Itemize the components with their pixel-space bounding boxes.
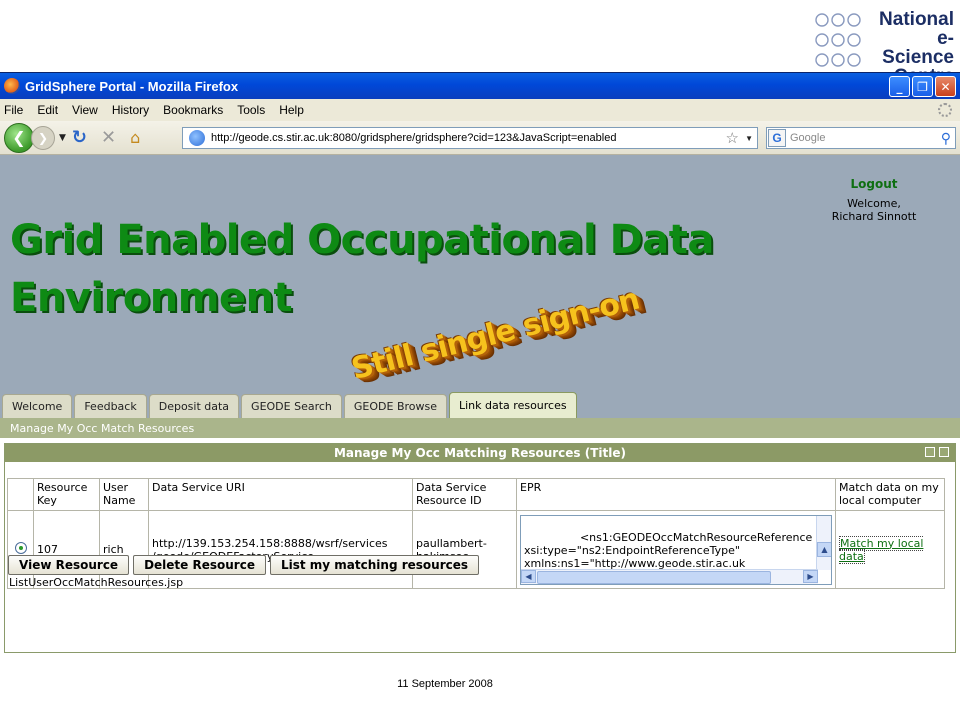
maximize-button[interactable]: ❐ [912, 76, 933, 97]
menu-help[interactable]: Help [279, 103, 304, 117]
cell-epr: <ns1:GEODEOccMatchResourceReference xsi:… [516, 510, 836, 589]
nesc-logo: National e-Science Centre [814, 9, 954, 86]
welcome-text: Welcome, Richard Sinnott [831, 197, 917, 223]
site-favicon-icon [189, 130, 205, 146]
panel-maximize-icon[interactable] [939, 447, 949, 457]
window-titlebar: GridSphere Portal - Mozilla Firefox _ ❐ … [0, 73, 960, 99]
epr-textarea[interactable]: <ns1:GEODEOccMatchResourceReference xsi:… [520, 514, 832, 585]
tab-geode-search[interactable]: GEODE Search [241, 394, 342, 418]
search-bar[interactable]: G Google ⚲ [766, 127, 956, 149]
row-radio-button[interactable] [14, 542, 27, 554]
content-area: Manage My Occ Matching Resources (Title)… [0, 438, 960, 659]
slide: National e-Science Centre GridSphere Por… [0, 0, 960, 720]
jsp-filename: ListUserOccMatchResources.jsp [9, 576, 184, 589]
window-controls: _ ❐ ✕ [889, 76, 956, 97]
bookmark-star-icon[interactable]: ☆ [726, 129, 739, 147]
scroll-up-icon[interactable]: ▲ [817, 541, 831, 557]
menu-history[interactable]: History [112, 103, 149, 117]
home-icon[interactable]: ⌂ [130, 128, 140, 147]
tab-welcome[interactable]: Welcome [2, 394, 73, 418]
stop-icon[interactable]: ✕ [101, 127, 116, 148]
subnav-link[interactable]: Manage My Occ Match Resources [10, 422, 194, 435]
logo-line-1: National [879, 9, 954, 30]
footer-date: 11 September 2008 [397, 678, 493, 690]
logout-link[interactable]: Logout [828, 177, 920, 191]
table-header-row: Resource Key User Name Data Service URI … [7, 478, 945, 511]
tab-link-data-resources[interactable]: Link data resources [449, 392, 577, 418]
forward-arrow-icon[interactable]: ❯ [31, 125, 55, 150]
back-arrow-icon[interactable]: ❮ [4, 122, 34, 153]
close-window-button[interactable]: ✕ [935, 76, 956, 97]
nesc-logo-dots [815, 13, 861, 67]
header-resource-id: Data Service Resource ID [412, 478, 517, 511]
tab-feedback[interactable]: Feedback [74, 394, 147, 418]
portal-tabs: Welcome Feedback Deposit data GEODE Sear… [0, 392, 577, 418]
menu-view[interactable]: View [72, 103, 98, 117]
menu-bookmarks[interactable]: Bookmarks [163, 103, 223, 117]
browser-window: GridSphere Portal - Mozilla Firefox _ ❐ … [0, 72, 960, 659]
user-box: Logout Welcome, Richard Sinnott [828, 177, 920, 223]
scroll-track[interactable] [817, 583, 831, 584]
panel-minimize-icon[interactable] [925, 447, 935, 457]
tab-deposit-data[interactable]: Deposit data [148, 394, 240, 418]
minimize-button[interactable]: _ [889, 76, 910, 97]
list-matching-resources-button[interactable]: List my matching resources [269, 555, 480, 575]
header-user-name: User Name [99, 478, 149, 511]
navigation-toolbar: ❮ ❯ ▼ ↻ ✕ ⌂ http://geode.cs.stir.ac.uk:8… [0, 121, 960, 155]
view-resource-button[interactable]: View Resource [8, 555, 130, 575]
menu-edit[interactable]: Edit [37, 103, 58, 117]
scroll-right-icon[interactable]: ▶ [803, 569, 818, 583]
delete-resource-button[interactable]: Delete Resource [133, 555, 266, 575]
header-select [7, 478, 34, 511]
scroll-thumb[interactable] [537, 570, 771, 584]
logo-line-2: e-Science [882, 28, 954, 68]
header-data-service-uri: Data Service URI [148, 478, 413, 511]
match-local-data-link[interactable]: Match my local data [839, 535, 924, 564]
epr-vertical-scrollbar[interactable]: ▲ ▼ [816, 515, 831, 570]
firefox-icon [4, 78, 20, 94]
action-buttons: View Resource Delete Resource List my ma… [8, 555, 480, 575]
reload-icon[interactable]: ↻ [72, 127, 87, 148]
subnav-bar: Manage My Occ Match Resources [0, 418, 960, 438]
scroll-left-icon[interactable]: ◀ [521, 570, 536, 583]
url-dropdown-icon[interactable]: ▼ [745, 134, 753, 143]
search-icon[interactable]: ⚲ [941, 130, 951, 147]
panel-title: Manage My Occ Matching Resources (Title) [5, 444, 955, 462]
panel-title-text: Manage My Occ Matching Resources (Title) [333, 446, 627, 460]
url-text[interactable]: http://geode.cs.stir.ac.uk:8080/gridsphe… [211, 132, 616, 144]
menu-tools[interactable]: Tools [237, 103, 265, 117]
header-resource-key: Resource Key [33, 478, 100, 511]
header-match-data: Match data on my local computer [835, 478, 945, 511]
history-dropdown-icon[interactable]: ▼ [59, 133, 66, 143]
menu-file[interactable]: File [4, 103, 23, 117]
portal-page: Logout Welcome, Richard Sinnott Grid Ena… [0, 155, 960, 659]
url-bar[interactable]: http://geode.cs.stir.ac.uk:8080/gridsphe… [182, 127, 758, 149]
panel-controls [925, 447, 949, 457]
header-epr: EPR [516, 478, 836, 511]
cell-resource-id: paullambert-hakimsoc [412, 510, 517, 589]
cell-match-data: Match my local data [835, 510, 945, 589]
throbber-icon [938, 103, 952, 117]
search-placeholder[interactable]: Google [790, 132, 825, 144]
tab-geode-browse[interactable]: GEODE Browse [343, 394, 447, 418]
menu-bar: File Edit View History Bookmarks Tools H… [0, 99, 960, 121]
window-title: GridSphere Portal - Mozilla Firefox [25, 78, 239, 94]
epr-horizontal-scrollbar[interactable]: ◀ ▶ [521, 568, 818, 584]
page-title-line-1: Grid Enabled Occupational Data [10, 217, 714, 263]
cell-data-service-uri: http://139.153.254.158:8888/wsrf/service… [148, 510, 413, 589]
google-engine-icon[interactable]: G [768, 129, 786, 147]
